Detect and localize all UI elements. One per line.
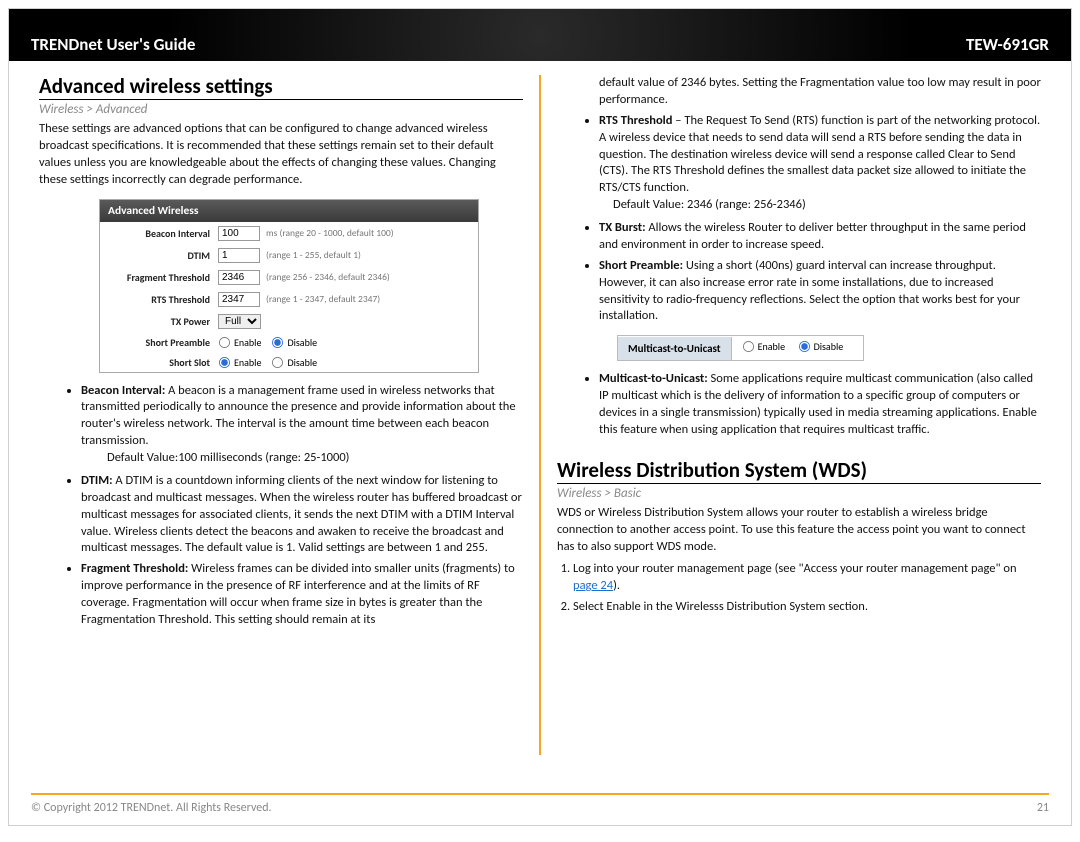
content-columns: Advanced wireless settings Wireless > Ad… — [9, 61, 1071, 761]
label-rts: RTS Threshold — [106, 293, 218, 306]
advanced-wireless-panel: Advanced Wireless Beacon Interval ms (ra… — [99, 199, 479, 373]
rts-default: Default Value: 2346 (range: 256-2346) — [613, 197, 1041, 214]
bullet-list-mc: Multicast-to-Unicast: Some applications … — [557, 371, 1041, 439]
column-divider — [539, 75, 541, 755]
radio-ss-enable[interactable]: Enable — [218, 356, 261, 369]
bullet-multicast: Multicast-to-Unicast: Some applications … — [599, 371, 1041, 439]
hint-beacon: ms (range 20 - 1000, default 100) — [266, 227, 394, 239]
radio-sp-disable[interactable]: Disable — [271, 336, 317, 349]
input-dtim[interactable] — [218, 248, 260, 263]
frag-continuation: default value of 2346 bytes. Setting the… — [599, 75, 1041, 109]
label-short-slot: Short Slot — [106, 356, 218, 369]
hint-rts: (range 1 - 2347, default 2347) — [266, 293, 380, 305]
row-short-preamble: Short Preamble Enable Disable — [100, 332, 478, 352]
row-short-slot: Short Slot Enable Disable — [100, 352, 478, 372]
footer-rule — [31, 793, 1049, 795]
section-heading-wds: Wireless Distribution System (WDS) — [557, 457, 1041, 484]
label-short-preamble: Short Preamble — [106, 336, 218, 349]
hint-dtim: (range 1 - 255, default 1) — [266, 249, 361, 261]
guide-title: TRENDnet User's Guide — [31, 34, 195, 55]
multicast-label: Multicast-to-Unicast — [618, 337, 732, 360]
bullet-rts: RTS Threshold – The Request To Send (RTS… — [599, 113, 1041, 214]
step-2: Select Enable in the Wirelesss Distribut… — [573, 599, 1041, 616]
footer: © Copyright 2012 TRENDnet. All Rights Re… — [9, 793, 1071, 815]
page-number: 21 — [1037, 801, 1049, 815]
page: TRENDnet User's Guide TEW-691GR Advanced… — [8, 8, 1072, 826]
step-1: Log into your router management page (se… — [573, 561, 1041, 595]
bullet-beacon: Beacon Interval: A beacon is a managemen… — [81, 383, 523, 467]
bullet-list-left: Beacon Interval: A beacon is a managemen… — [39, 383, 523, 629]
link-page-24[interactable]: page 24 — [573, 578, 613, 593]
model-number: TEW-691GR — [966, 34, 1049, 55]
row-txpower: TX Power Full — [100, 310, 478, 332]
label-fragment: Fragment Threshold — [106, 271, 218, 284]
copyright: © Copyright 2012 TRENDnet. All Rights Re… — [31, 801, 272, 815]
row-rts: RTS Threshold (range 1 - 2347, default 2… — [100, 288, 478, 310]
multicast-strip: Multicast-to-Unicast Enable Disable — [617, 335, 864, 361]
row-fragment: Fragment Threshold (range 256 - 2346, de… — [100, 266, 478, 288]
section-heading-advanced: Advanced wireless settings — [39, 73, 523, 100]
row-dtim: DTIM (range 1 - 255, default 1) — [100, 244, 478, 266]
radio-mc-enable[interactable]: Enable — [742, 340, 785, 353]
header: TRENDnet User's Guide TEW-691GR — [9, 9, 1071, 61]
label-beacon: Beacon Interval — [106, 227, 218, 240]
label-dtim: DTIM — [106, 249, 218, 262]
row-beacon-interval: Beacon Interval ms (range 20 - 1000, def… — [100, 222, 478, 244]
select-txpower[interactable]: Full — [218, 314, 261, 329]
bullet-dtim: DTIM: A DTIM is a countdown informing cl… — [81, 473, 523, 557]
intro-paragraph: These settings are advanced options that… — [39, 121, 523, 189]
wds-intro: WDS or Wireless Distribution System allo… — [557, 505, 1041, 556]
left-column: Advanced wireless settings Wireless > Ad… — [27, 67, 535, 761]
input-fragment[interactable] — [218, 270, 260, 285]
radio-mc-disable[interactable]: Disable — [798, 340, 844, 353]
bullet-fragment: Fragment Threshold: Wireless frames can … — [81, 561, 523, 629]
hint-fragment: (range 256 - 2346, default 2346) — [266, 271, 390, 283]
input-rts[interactable] — [218, 292, 260, 307]
panel-title: Advanced Wireless — [100, 200, 478, 222]
bullet-list-right: RTS Threshold – The Request To Send (RTS… — [557, 113, 1041, 326]
label-txpower: TX Power — [106, 315, 218, 328]
beacon-default: Default Value:100 milliseconds (range: 2… — [107, 450, 523, 467]
radio-ss-disable[interactable]: Disable — [271, 356, 317, 369]
radio-sp-enable[interactable]: Enable — [218, 336, 261, 349]
breadcrumb-wds: Wireless > Basic — [557, 486, 1041, 501]
input-beacon[interactable] — [218, 226, 260, 241]
bullet-txburst: TX Burst: Allows the wireless Router to … — [599, 220, 1041, 254]
wds-steps: Log into your router management page (se… — [557, 561, 1041, 616]
bullet-short-preamble: Short Preamble: Using a short (400ns) gu… — [599, 258, 1041, 326]
breadcrumb: Wireless > Advanced — [39, 102, 523, 117]
right-column: default value of 2346 bytes. Setting the… — [545, 67, 1053, 761]
